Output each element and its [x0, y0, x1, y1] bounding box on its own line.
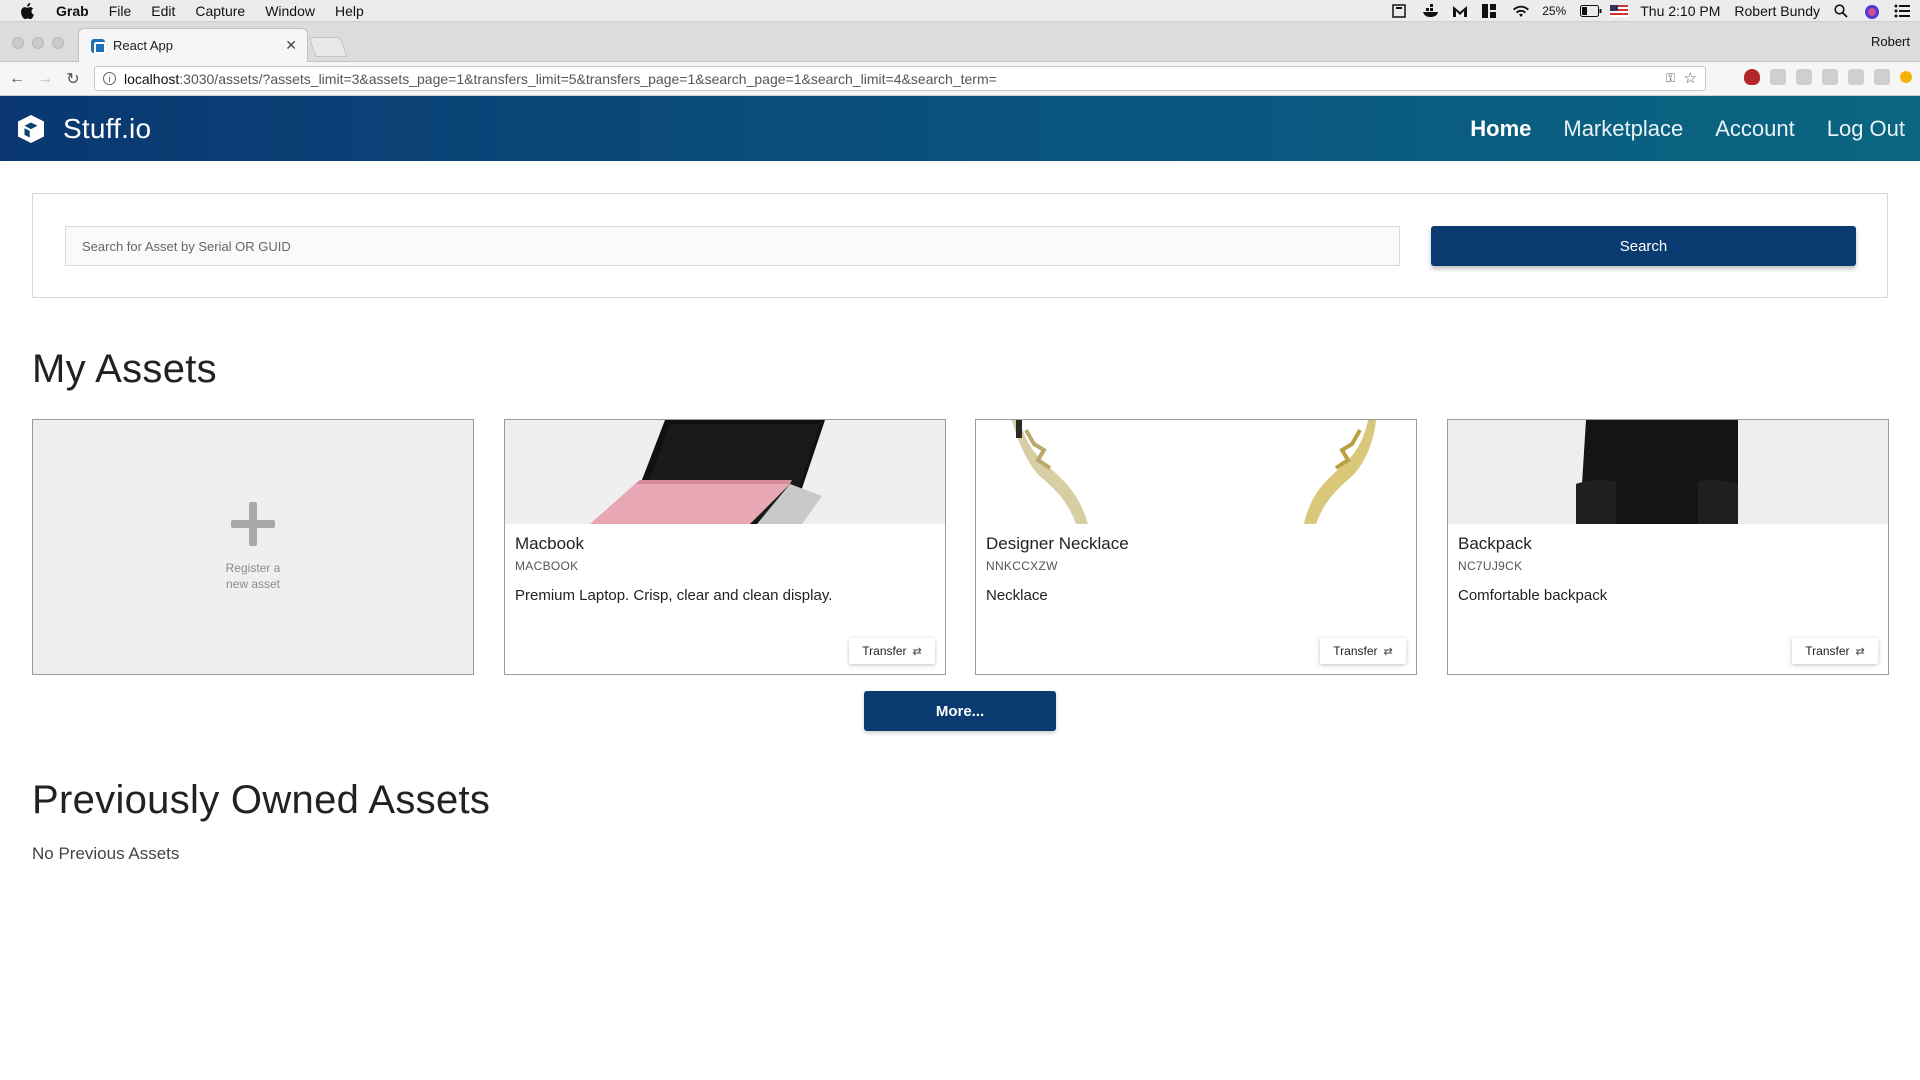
menu-window[interactable]: Window [265, 3, 315, 19]
asset-card-body: Backpack NC7UJ9CK Comfortable backpack [1458, 534, 1878, 604]
close-tab-icon[interactable]: ✕ [285, 37, 297, 54]
wifi-icon[interactable] [1512, 4, 1530, 18]
menu-edit[interactable]: Edit [151, 3, 175, 19]
brand-link[interactable]: Stuff.io [15, 113, 151, 145]
plus-icon [231, 502, 275, 546]
honey-extension-icon[interactable] [1900, 71, 1912, 83]
nav-home[interactable]: Home [1470, 116, 1531, 142]
battery-icon[interactable] [1580, 4, 1602, 18]
menu-help[interactable]: Help [335, 3, 364, 19]
asset-name[interactable]: Designer Necklace [986, 534, 1406, 554]
transfer-label: Transfer [1333, 644, 1378, 658]
asset-serial: MACBOOK [515, 559, 579, 573]
search-button[interactable]: Search [1431, 226, 1856, 266]
menu-file[interactable]: File [109, 3, 132, 19]
asset-card-body: Macbook MACBOOK Premium Laptop. Crisp, c… [515, 534, 935, 604]
transfer-label: Transfer [1805, 644, 1850, 658]
no-previous-assets-text: No Previous Assets [32, 844, 180, 863]
asset-card[interactable]: Designer Necklace NNKCCXZW Necklace Tran… [975, 419, 1417, 675]
nav-account[interactable]: Account [1715, 116, 1795, 142]
register-asset-label: Register a new asset [225, 561, 281, 591]
brand-name: Stuff.io [63, 112, 152, 144]
apple-menu-icon[interactable] [20, 2, 38, 19]
asset-name[interactable]: Backpack [1458, 534, 1878, 554]
asset-serial: NC7UJ9CK [1458, 559, 1523, 573]
cube-logo-icon [18, 114, 44, 143]
us-flag-icon[interactable] [1610, 4, 1629, 18]
close-window-button[interactable] [12, 37, 24, 49]
window-controls [12, 37, 64, 49]
tiles-icon[interactable] [1482, 4, 1498, 18]
necklace-image [976, 420, 1416, 524]
extension-icon-4[interactable] [1822, 69, 1838, 85]
transfer-arrows-icon: ⇄ [1383, 645, 1393, 658]
browser-tabstrip: React App ✕ Robert [0, 22, 1920, 62]
transfer-button[interactable]: Transfer ⇄ [1792, 638, 1878, 664]
register-asset-content: Register a new asset [33, 420, 473, 674]
url-path: :3030/assets/?assets_limit=3&assets_page… [179, 70, 997, 87]
search-input[interactable] [65, 226, 1400, 266]
asset-card[interactable]: Backpack NC7UJ9CK Comfortable backpack T… [1447, 419, 1889, 675]
asset-description: Necklace [986, 587, 1048, 604]
battery-percent: 25% [1542, 4, 1567, 18]
extension-icon-2[interactable] [1770, 69, 1786, 85]
menubar-user[interactable]: Robert Bundy [1734, 3, 1820, 19]
nav-marketplace[interactable]: Marketplace [1563, 116, 1683, 142]
site-info-icon[interactable]: i [103, 72, 116, 85]
extension-icon-5[interactable] [1848, 69, 1864, 85]
forward-arrow-icon[interactable]: → [34, 70, 56, 88]
minimize-window-button[interactable] [32, 37, 44, 49]
main-nav: Home Marketplace Account Log Out [1470, 96, 1905, 161]
browser-navbar: ← → ↻ i localhost:3030/assets/?assets_li… [0, 62, 1920, 96]
document-status-icon[interactable] [1392, 4, 1408, 18]
back-arrow-icon[interactable]: ← [6, 70, 28, 88]
asset-description: Comfortable backpack [1458, 587, 1608, 604]
password-key-icon[interactable]: ⚿ [1666, 71, 1675, 86]
asset-card-body: Designer Necklace NNKCCXZW Necklace [986, 534, 1406, 604]
bookmark-star-icon[interactable]: ☆ [1684, 69, 1697, 87]
browser-tab-active[interactable]: React App ✕ [78, 28, 308, 62]
search-card: Search [32, 193, 1888, 298]
address-bar[interactable]: i localhost:3030/assets/?assets_limit=3&… [94, 66, 1706, 91]
transfer-label: Transfer [862, 644, 907, 658]
menubar-clock[interactable]: Thu 2:10 PM [1640, 3, 1720, 19]
menu-app-name[interactable]: Grab [56, 3, 89, 19]
siri-icon[interactable] [1864, 4, 1880, 19]
gmail-icon[interactable] [1452, 4, 1468, 18]
register-asset-card[interactable]: Register a new asset [32, 419, 474, 675]
more-assets-button[interactable]: More... [864, 691, 1056, 731]
asset-card[interactable]: Macbook MACBOOK Premium Laptop. Crisp, c… [504, 419, 946, 675]
macos-menubar: Grab File Edit Capture Window Help 25% T… [0, 0, 1920, 22]
ublock-extension-icon[interactable] [1744, 69, 1760, 85]
transfer-arrows-icon: ⇄ [1855, 645, 1865, 658]
notification-center-icon[interactable] [1894, 4, 1910, 18]
backpack-image [1448, 420, 1888, 524]
extension-icons [1744, 69, 1912, 85]
nav-logout[interactable]: Log Out [1827, 116, 1905, 142]
previous-assets-heading: Previously Owned Assets [32, 778, 491, 822]
maximize-window-button[interactable] [52, 37, 64, 49]
app-header: Stuff.io Home Marketplace Account Log Ou… [0, 96, 1920, 161]
new-tab-button[interactable] [308, 37, 348, 57]
extension-icon-6[interactable] [1874, 69, 1890, 85]
asset-name[interactable]: Macbook [515, 534, 935, 554]
menu-capture[interactable]: Capture [195, 3, 245, 19]
extension-icon-3[interactable] [1796, 69, 1812, 85]
react-favicon-icon [91, 38, 106, 54]
transfer-button[interactable]: Transfer ⇄ [1320, 638, 1406, 664]
url-host: localhost [124, 70, 180, 87]
macbook-image [505, 420, 945, 524]
transfer-button[interactable]: Transfer ⇄ [849, 638, 935, 664]
asset-description: Premium Laptop. Crisp, clear and clean d… [515, 587, 833, 604]
spotlight-search-icon[interactable] [1834, 4, 1850, 18]
my-assets-heading: My Assets [32, 347, 217, 391]
docker-icon[interactable] [1422, 4, 1439, 18]
tab-title: React App [113, 38, 173, 53]
asset-serial: NNKCCXZW [986, 559, 1058, 573]
browser-profile-name[interactable]: Robert [1871, 34, 1910, 49]
transfer-arrows-icon: ⇄ [912, 645, 922, 658]
reload-icon[interactable]: ↻ [62, 69, 84, 89]
menubar-status-area: 25% Thu 2:10 PM Robert Bundy [1392, 0, 1910, 22]
